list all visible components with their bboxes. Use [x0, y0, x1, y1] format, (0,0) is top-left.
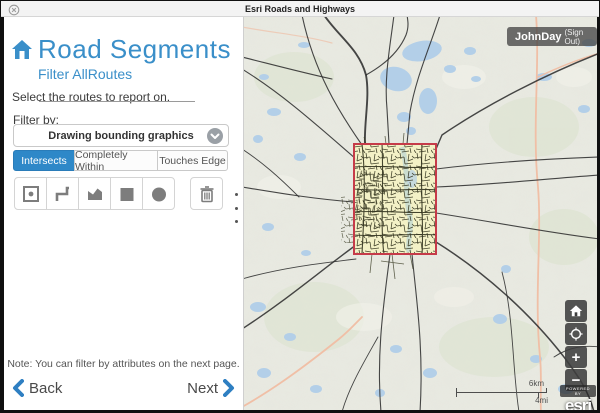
user-name: JohnDay [515, 31, 561, 43]
next-label: Next [187, 380, 218, 397]
app-window: Esri Roads and Highways Road Segments Fi… [0, 0, 600, 413]
tab-touches-edge[interactable]: Touches Edge [157, 150, 228, 171]
user-button[interactable]: JohnDay (Sign Out) [507, 27, 597, 46]
tab-completely-within[interactable]: Completely Within [74, 150, 158, 171]
filter-mode-dropdown[interactable]: Drawing bounding graphics [13, 124, 229, 147]
polygon-tool-icon [85, 184, 105, 204]
divider [39, 101, 195, 102]
locate-icon [569, 327, 583, 341]
trash-icon [197, 184, 217, 204]
clear-graphics-button[interactable] [190, 177, 223, 210]
side-panel: Road Segments Filter AllRoutes Select th… [4, 17, 244, 410]
scale-km-label: 6km [529, 379, 544, 388]
plus-icon: + [572, 350, 581, 365]
home-extent-button[interactable] [565, 300, 587, 322]
point-tool-icon [21, 184, 41, 204]
home-icon [10, 38, 34, 62]
home-extent-icon [569, 304, 583, 318]
next-button[interactable]: Next [182, 379, 235, 397]
esri-logo: POWERED BY esri [560, 385, 596, 410]
draw-toolbar [14, 177, 223, 210]
back-chevron-icon [12, 379, 24, 397]
circle-tool-icon [149, 184, 169, 204]
attribute-filter-note: Note: You can filter by attributes on th… [4, 358, 243, 370]
polygon-tool-button[interactable] [78, 177, 111, 210]
close-icon[interactable] [8, 3, 20, 15]
spatial-filter-tabs: Intersects Completely Within Touches Edg… [13, 150, 228, 171]
back-button[interactable]: Back [12, 379, 67, 397]
rectangle-tool-button[interactable] [110, 177, 143, 210]
page-subtitle: Filter AllRoutes [38, 66, 132, 82]
map-controls: + − [565, 300, 587, 391]
next-chevron-icon [223, 379, 235, 397]
map-container: JohnDay (Sign Out) + − 6km [244, 17, 597, 410]
locate-button[interactable] [565, 323, 587, 345]
back-label: Back [29, 380, 62, 397]
panel-drag-handle[interactable] [232, 193, 240, 223]
polyline-tool-button[interactable] [46, 177, 79, 210]
circle-tool-button[interactable] [142, 177, 175, 210]
page-title: Road Segments [38, 34, 231, 65]
title-bar: Esri Roads and Highways [1, 1, 599, 17]
scale-mi-label: 4mi [535, 396, 548, 405]
map-canvas[interactable] [244, 17, 597, 410]
esri-wordmark: esri [560, 397, 596, 410]
sign-out-link[interactable]: (Sign Out) [564, 28, 589, 46]
tab-intersects[interactable]: Intersects [13, 150, 75, 171]
point-tool-button[interactable] [14, 177, 47, 210]
polyline-tool-icon [53, 184, 73, 204]
scale-bar: 6km 4mi [456, 374, 548, 404]
filter-mode-value: Drawing bounding graphics [48, 130, 193, 142]
window-title: Esri Roads and Highways [245, 4, 355, 14]
chevron-down-icon [207, 128, 223, 144]
rectangle-tool-icon [117, 184, 137, 204]
zoom-in-button[interactable]: + [565, 346, 587, 368]
